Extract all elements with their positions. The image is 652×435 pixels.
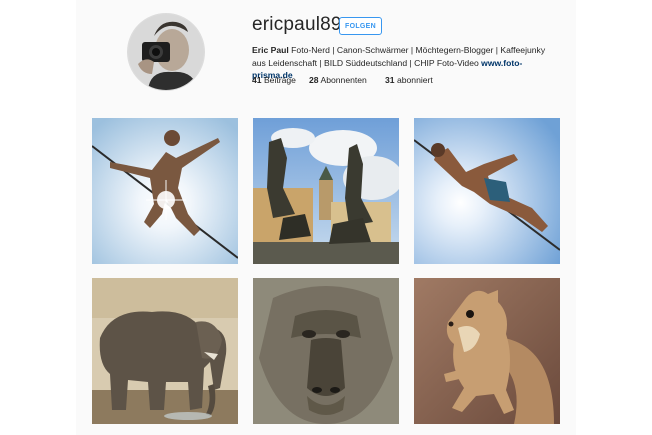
followers-count: 28: [309, 75, 319, 85]
followers-label: Abonnenten: [320, 75, 367, 85]
elephant-photo: [92, 278, 238, 424]
posts-label: Beiträge: [263, 75, 296, 85]
post-thumbnail[interactable]: [414, 118, 560, 264]
post-thumbnail[interactable]: [92, 278, 238, 424]
posts-count: 41: [252, 75, 262, 85]
stat-followers[interactable]: 28 Abonnenten: [309, 75, 385, 85]
baboon-photo: [253, 278, 399, 424]
profile-full-name: Eric Paul: [252, 45, 289, 55]
post-thumbnail[interactable]: [253, 118, 399, 264]
following-count: 31: [385, 75, 395, 85]
slackliner-blue-sky-photo: [414, 118, 560, 264]
follow-button[interactable]: FOLGEN: [339, 17, 382, 35]
post-thumbnail[interactable]: [414, 278, 560, 424]
slackliner-sunburst-photo: [92, 118, 238, 264]
photographer-portrait: [128, 14, 204, 90]
profile-username: ericpaul89: [252, 14, 342, 35]
stat-posts: 41 Beiträge: [252, 75, 309, 85]
profile-stats: 41 Beiträge 28 Abonnenten 31 abonniert: [252, 75, 453, 85]
profile-avatar[interactable]: [127, 13, 205, 91]
following-label: abonniert: [396, 75, 433, 85]
stat-following[interactable]: 31 abonniert: [385, 75, 433, 85]
post-thumbnail[interactable]: [253, 278, 399, 424]
post-thumbnail[interactable]: [92, 118, 238, 264]
fountain-statues-photo: [253, 118, 399, 264]
squirrel-photo: [414, 278, 560, 424]
